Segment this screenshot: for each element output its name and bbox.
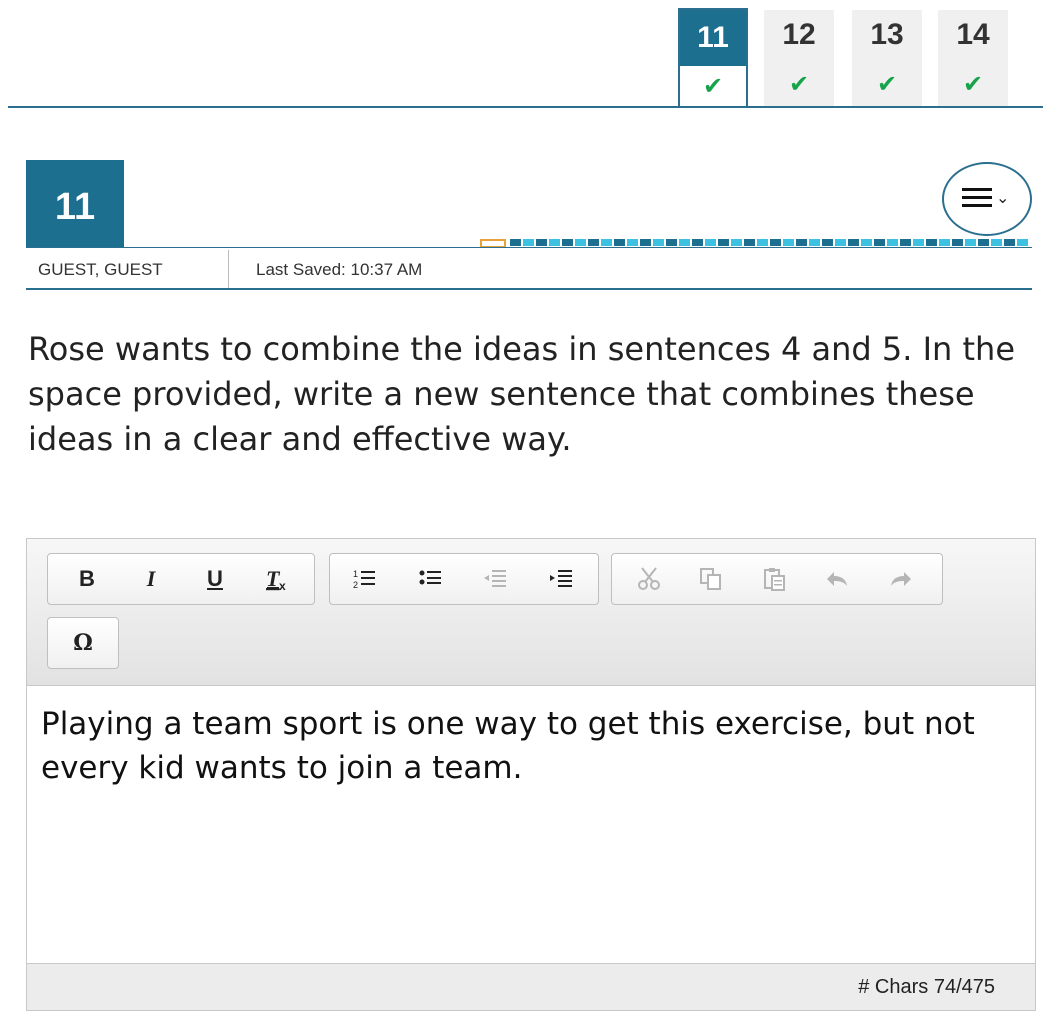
progress-segment <box>783 239 794 246</box>
special-character-button[interactable]: Ω <box>64 618 102 668</box>
progress-segment <box>926 239 937 246</box>
editor-toolbar: B I U Tx 12 Ω <box>27 539 1035 686</box>
question-prompt: Rose wants to combine the ideas in sente… <box>28 330 1016 458</box>
progress-segment <box>965 239 976 246</box>
progress-segment <box>614 239 625 246</box>
progress-segment <box>731 239 742 246</box>
response-textarea[interactable]: Playing a team sport is one way to get t… <box>27 686 1035 964</box>
question-number-badge: 11 <box>26 160 124 248</box>
progress-segment <box>523 239 534 246</box>
progress-segment <box>757 239 768 246</box>
progress-segment <box>874 239 885 246</box>
progress-segment <box>861 239 872 246</box>
format-group: B I U Tx <box>47 553 315 605</box>
chevron-down-icon: ⌄ <box>996 188 1010 207</box>
svg-text:1: 1 <box>353 569 358 579</box>
question-tab-13[interactable]: 13 ✔ <box>852 10 922 106</box>
progress-segment <box>679 239 690 246</box>
progress-segment <box>848 239 859 246</box>
response-editor: B I U Tx 12 Ω Playing a team sport is on… <box>26 538 1036 1011</box>
progress-segment <box>913 239 924 246</box>
progress-segment <box>718 239 729 246</box>
tab-number: 13 <box>870 18 904 51</box>
question-tab-14[interactable]: 14 ✔ <box>938 10 1008 106</box>
progress-segment <box>952 239 963 246</box>
tab-number: 11 <box>680 10 746 66</box>
question-tab-12[interactable]: 12 ✔ <box>764 10 834 106</box>
progress-segment <box>549 239 560 246</box>
underline-button[interactable]: U <box>196 554 234 604</box>
progress-segment <box>796 239 807 246</box>
list-group: 12 <box>329 553 599 605</box>
progress-segment <box>588 239 599 246</box>
tab-number: 12 <box>782 18 816 51</box>
progress-segment <box>640 239 651 246</box>
progress-segment <box>939 239 950 246</box>
bold-button[interactable]: B <box>68 554 106 604</box>
svg-text:2: 2 <box>353 580 358 590</box>
progress-segment <box>705 239 716 246</box>
progress-segment <box>770 239 781 246</box>
clipboard-group <box>611 553 943 605</box>
check-icon: ✔ <box>788 70 810 98</box>
question-tab-11[interactable]: 11 ✔ <box>678 8 748 108</box>
hamburger-icon <box>962 188 992 212</box>
progress-segment <box>835 239 846 246</box>
question-progress-bar <box>480 239 1032 248</box>
progress-segment <box>653 239 664 246</box>
progress-segment <box>666 239 677 246</box>
italic-button[interactable]: I <box>132 554 170 604</box>
info-divider <box>26 288 1032 290</box>
nav-divider <box>8 106 1043 108</box>
remove-format-icon[interactable]: Tx <box>258 554 296 604</box>
check-icon: ✔ <box>702 72 724 100</box>
user-name: GUEST, GUEST <box>38 260 163 279</box>
numbered-list-icon[interactable]: 12 <box>346 554 384 604</box>
progress-segment <box>822 239 833 246</box>
progress-segment <box>991 239 1002 246</box>
header-divider <box>26 247 1032 248</box>
info-separator <box>228 250 229 288</box>
check-icon: ✔ <box>962 70 984 98</box>
editor-status-bar: # Chars 74/475 <box>27 963 1035 1010</box>
progress-segment <box>900 239 911 246</box>
question-navigation: 11 ✔ 12 ✔ 13 ✔ 14 ✔ <box>0 0 1051 108</box>
progress-segment <box>692 239 703 246</box>
special-group: Ω <box>47 617 119 669</box>
bulleted-list-icon[interactable] <box>412 554 450 604</box>
progress-segment <box>627 239 638 246</box>
progress-segment <box>1017 239 1028 246</box>
undo-icon[interactable] <box>818 554 856 604</box>
character-count: # Chars 74/475 <box>858 976 995 998</box>
check-icon: ✔ <box>876 70 898 98</box>
tab-number: 14 <box>956 18 990 51</box>
last-saved-status: Last Saved: 10:37 AM <box>256 260 423 279</box>
cut-icon[interactable] <box>630 554 668 604</box>
progress-segment <box>510 239 521 246</box>
progress-segment <box>575 239 586 246</box>
copy-icon[interactable] <box>692 554 730 604</box>
paste-icon[interactable] <box>756 554 794 604</box>
progress-segment <box>1004 239 1015 246</box>
svg-text:x: x <box>279 579 286 592</box>
info-bar: GUEST, GUEST Last Saved: 10:37 AM <box>26 250 1032 288</box>
progress-segment <box>536 239 547 246</box>
progress-segment <box>809 239 820 246</box>
redo-icon[interactable] <box>882 554 920 604</box>
progress-segment <box>601 239 612 246</box>
outdent-icon[interactable] <box>476 554 514 604</box>
indent-icon[interactable] <box>542 554 580 604</box>
progress-segment <box>562 239 573 246</box>
question-menu-button[interactable]: ⌄ <box>942 162 1032 236</box>
progress-segment <box>978 239 989 246</box>
progress-segment <box>887 239 898 246</box>
progress-segment <box>744 239 755 246</box>
